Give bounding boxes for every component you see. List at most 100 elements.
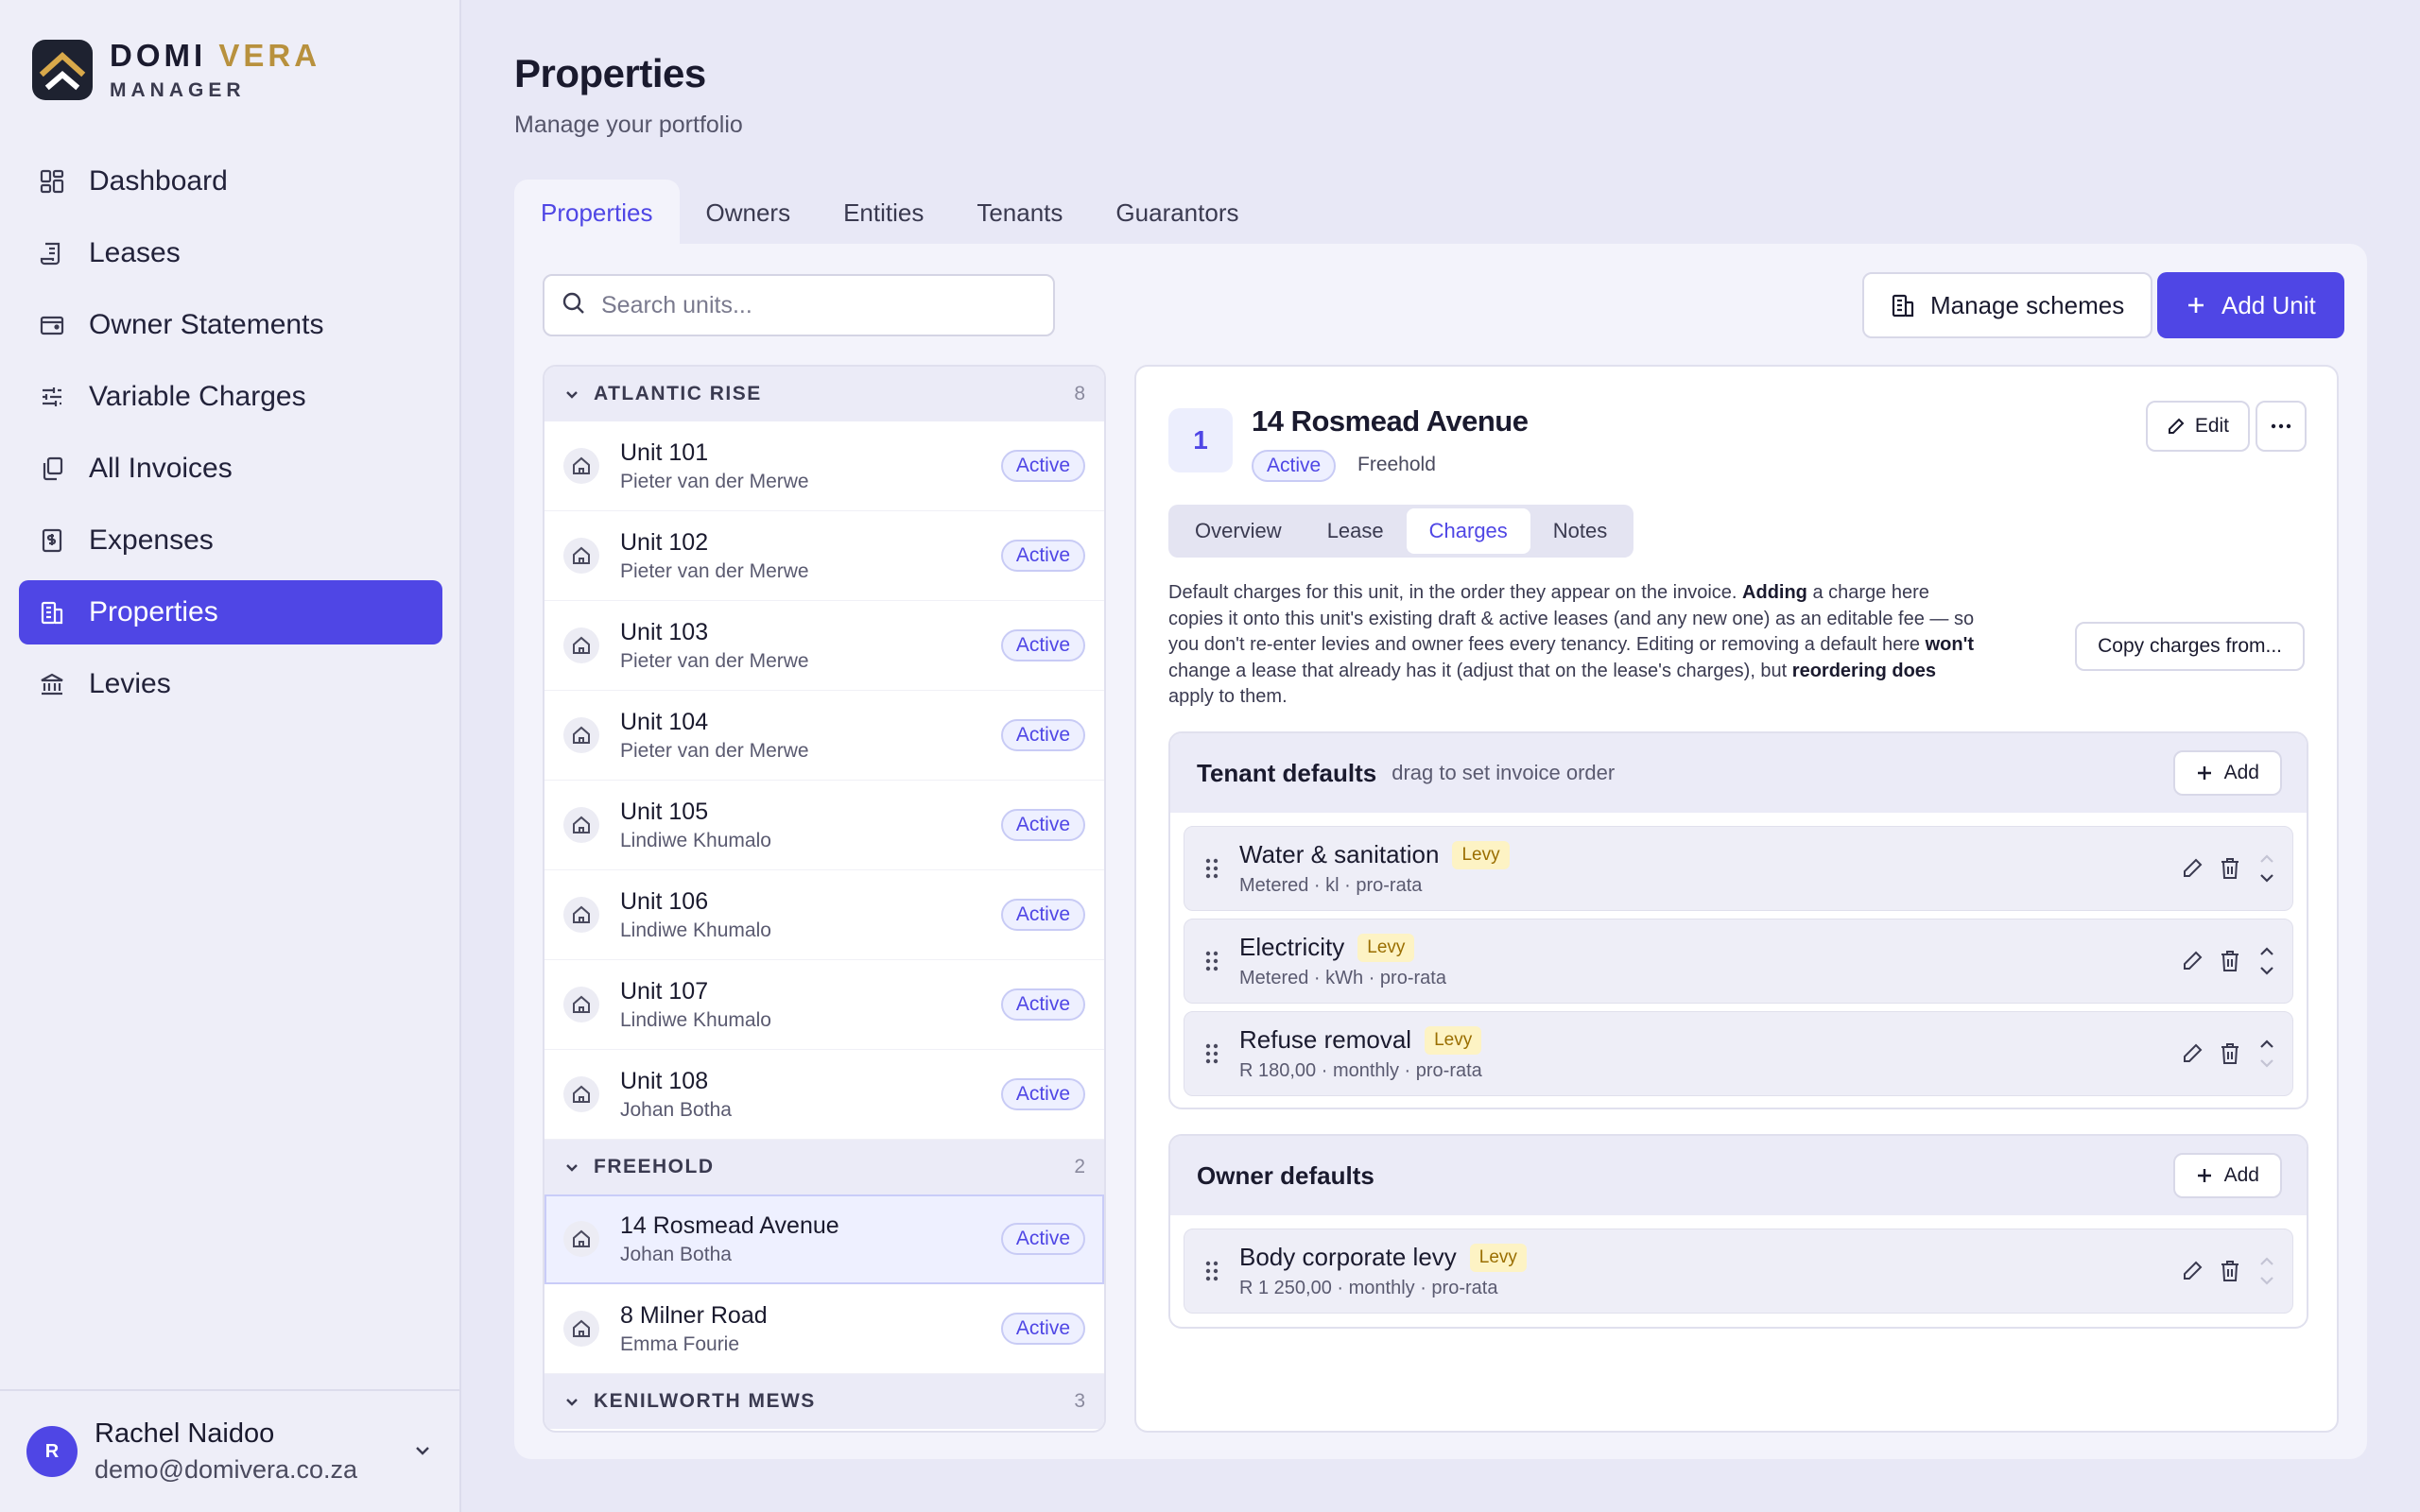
sidebar-item-label: Dashboard: [89, 165, 228, 197]
edit-button[interactable]: Edit: [2145, 401, 2250, 452]
sidebar-item-label: Levies: [89, 668, 171, 699]
chevron-down-icon[interactable]: [412, 1440, 433, 1466]
group-name: ATLANTIC RISE: [594, 383, 762, 404]
chevron-up-icon[interactable]: [2258, 850, 2275, 868]
unit-name: Unit 106: [620, 887, 709, 915]
avatar: R: [26, 1426, 78, 1477]
list-item[interactable]: Unit 106 Lindiwe Khumalo Active: [544, 870, 1104, 960]
sidebar-item-label: Variable Charges: [89, 381, 306, 412]
chevron-down-icon[interactable]: [2258, 1271, 2275, 1290]
unit-name: Unit 102: [620, 528, 709, 556]
pencil-icon[interactable]: [2173, 1252, 2211, 1290]
sliders-icon: [38, 383, 66, 411]
unit-name: Unit 107: [620, 977, 709, 1005]
user-menu[interactable]: R Rachel Naidoo demo@domivera.co.za: [0, 1389, 461, 1512]
tab-tenants[interactable]: Tenants: [950, 180, 1089, 246]
sidebar-item-properties[interactable]: Properties: [19, 580, 442, 644]
chevron-up-icon[interactable]: [2258, 942, 2275, 961]
group-header-kenilworth-mews[interactable]: KENILWORTH MEWS 3: [544, 1374, 1104, 1429]
tenant-defaults-section: Tenant defaults drag to set invoice orde…: [1168, 731, 2308, 1109]
sidebar-item-levies[interactable]: Levies: [19, 652, 442, 716]
unit-owner: Lindiwe Khumalo: [620, 919, 771, 941]
trash-icon[interactable]: [2211, 850, 2249, 887]
manage-schemes-button[interactable]: Manage schemes: [1862, 272, 2153, 338]
tab-lease[interactable]: Lease: [1305, 508, 1407, 554]
add-tenant-charge-button[interactable]: Add: [2172, 750, 2282, 796]
charge-meta: Metered · kWh · pro-rata: [1239, 968, 1446, 988]
page-title: Properties: [514, 51, 706, 95]
more-options-button[interactable]: [2256, 401, 2307, 452]
status-badge: Active: [1000, 719, 1085, 751]
charge-row[interactable]: Body corporate levy Levy R 1 250,00 · mon…: [1184, 1228, 2293, 1314]
group-name: FREEHOLD: [594, 1156, 715, 1177]
charge-name: Water & sanitation: [1239, 840, 1440, 868]
tab-notes[interactable]: Notes: [1530, 508, 1630, 554]
sidebar-item-expenses[interactable]: Expenses: [19, 508, 442, 573]
levy-badge: Levy: [1452, 840, 1510, 869]
chevron-down-icon[interactable]: [2258, 961, 2275, 980]
drag-handle-icon[interactable]: [1184, 1261, 1239, 1281]
sidebar-item-label: Properties: [89, 596, 218, 627]
user-name: Rachel Naidoo: [95, 1418, 275, 1449]
trash-icon[interactable]: [2211, 1035, 2249, 1073]
brand-logo[interactable]: DOMI VERA MANAGER: [32, 38, 320, 102]
list-item[interactable]: 8 Milner Road Emma Fourie Active: [544, 1284, 1104, 1374]
list-item[interactable]: Unit 102 Pieter van der Merwe Active: [544, 511, 1104, 601]
add-owner-charge-button[interactable]: Add: [2172, 1153, 2282, 1198]
page-subtitle: Manage your portfolio: [514, 112, 743, 138]
tab-owners[interactable]: Owners: [680, 180, 818, 246]
tab-overview[interactable]: Overview: [1172, 508, 1305, 554]
group-header-atlantic-rise[interactable]: ATLANTIC RISE 8: [544, 367, 1104, 421]
add-unit-button[interactable]: Add Unit: [2157, 272, 2344, 338]
unit-name: Unit 103: [620, 618, 709, 645]
sidebar-item-variable-charges[interactable]: Variable Charges: [19, 365, 442, 429]
search-box[interactable]: [543, 274, 1055, 336]
list-item[interactable]: Unit 105 Lindiwe Khumalo Active: [544, 781, 1104, 870]
drag-handle-icon[interactable]: [1184, 951, 1239, 971]
unit-owner: Pieter van der Merwe: [620, 470, 809, 492]
chevron-down-icon[interactable]: [2258, 868, 2275, 887]
tab-properties[interactable]: Properties: [514, 180, 680, 246]
pencil-icon[interactable]: [2173, 942, 2211, 980]
main-tabs: Properties Owners Entities Tenants Guara…: [514, 180, 1266, 246]
drag-handle-icon[interactable]: [1184, 858, 1239, 879]
unit-owner: Lindiwe Khumalo: [620, 1008, 771, 1031]
chevron-down-icon[interactable]: [2258, 1054, 2275, 1073]
drag-handle-icon[interactable]: [1184, 1043, 1239, 1064]
list-item[interactable]: Unit 101 Pieter van der Merwe Active: [544, 421, 1104, 511]
brand-name: DOMI VERA: [110, 38, 321, 73]
list-item-selected[interactable]: 14 Rosmead Avenue Johan Botha Active: [544, 1194, 1104, 1284]
unit-detail-card: 1 14 Rosmead Avenue Active Freehold Edit…: [1134, 365, 2339, 1433]
charge-row[interactable]: Water & sanitation Levy Metered · kl · pr…: [1184, 826, 2293, 911]
chevron-up-icon[interactable]: [2258, 1035, 2275, 1054]
pencil-icon[interactable]: [2173, 850, 2211, 887]
charge-row[interactable]: Refuse removal Levy R 180,00 · monthly · …: [1184, 1011, 2293, 1096]
list-item[interactable]: Unit 103 Pieter van der Merwe Active: [544, 601, 1104, 691]
tab-charges[interactable]: Charges: [1406, 508, 1530, 554]
list-item[interactable]: Unit 108 Johan Botha Active: [544, 1050, 1104, 1140]
properties-panel: Manage schemes Add Unit ATLANTIC RISE 8 …: [514, 244, 2367, 1459]
sidebar-item-owner-statements[interactable]: Owner Statements: [19, 293, 442, 357]
dashboard-icon: [38, 167, 66, 196]
home-icon: [563, 448, 599, 484]
sidebar-item-all-invoices[interactable]: All Invoices: [19, 437, 442, 501]
copy-charges-button[interactable]: Copy charges from...: [2075, 622, 2305, 671]
list-item[interactable]: Unit 104 Pieter van der Merwe Active: [544, 691, 1104, 781]
tab-entities[interactable]: Entities: [817, 180, 950, 246]
charge-name: Refuse removal: [1239, 1025, 1412, 1054]
chevron-down-icon: [563, 1393, 580, 1410]
sidebar-item-label: All Invoices: [89, 453, 233, 484]
search-input[interactable]: [601, 291, 1036, 319]
trash-icon[interactable]: [2211, 1252, 2249, 1290]
tab-guarantors[interactable]: Guarantors: [1089, 180, 1265, 246]
group-header-freehold[interactable]: FREEHOLD 2: [544, 1140, 1104, 1194]
pencil-icon[interactable]: [2173, 1035, 2211, 1073]
charge-row[interactable]: Electricity Levy Metered · kWh · pro-rata: [1184, 919, 2293, 1004]
sidebar-item-dashboard[interactable]: Dashboard: [19, 149, 442, 214]
add-label: Add: [2223, 1164, 2259, 1186]
chevron-up-icon[interactable]: [2258, 1252, 2275, 1271]
unit-type: Freehold: [1357, 454, 1436, 475]
trash-icon[interactable]: [2211, 942, 2249, 980]
list-item[interactable]: Unit 107 Lindiwe Khumalo Active: [544, 960, 1104, 1050]
sidebar-item-leases[interactable]: Leases: [19, 221, 442, 285]
